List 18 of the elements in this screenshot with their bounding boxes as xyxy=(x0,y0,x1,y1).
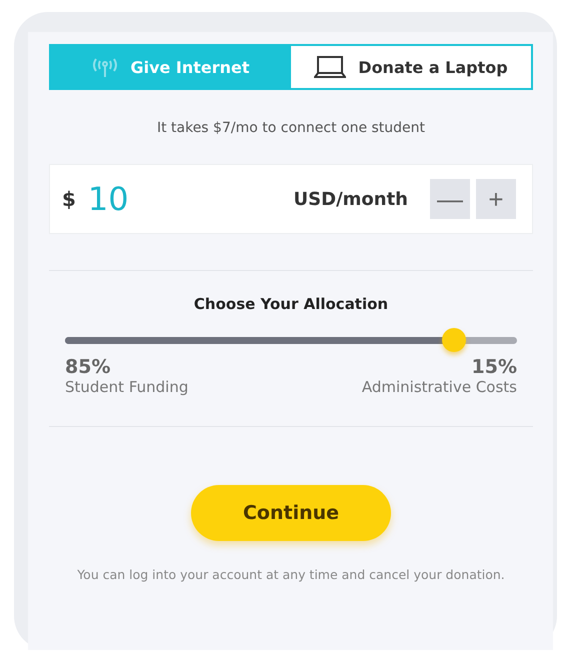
percent-label: 15% xyxy=(472,356,517,378)
percent-label: 85% xyxy=(65,356,110,378)
antenna-icon xyxy=(92,56,118,78)
slider-thumb[interactable] xyxy=(442,328,466,352)
increment-button[interactable]: + xyxy=(476,179,516,219)
laptop-icon xyxy=(314,55,346,79)
currency-symbol: $ xyxy=(62,187,76,211)
tagline: It takes $7/mo to connect one student xyxy=(156,120,426,136)
tab[interactable]: Donate a Laptop xyxy=(291,46,531,88)
section-title: Choose Your Allocation xyxy=(192,295,390,313)
amount-value: 10 xyxy=(88,180,130,218)
amount-field[interactable]: $ 10 USD/month — + xyxy=(49,164,533,234)
footnote: You can log into your account at any time and cancel your donation. xyxy=(76,567,506,582)
allocation-label: Administrative Costs xyxy=(362,378,517,396)
unit-label: USD/month xyxy=(294,188,408,210)
continue-button[interactable]: Continue xyxy=(191,485,391,541)
allocation-label: Student Funding xyxy=(65,378,188,396)
decrement-button[interactable]: — xyxy=(430,179,470,219)
